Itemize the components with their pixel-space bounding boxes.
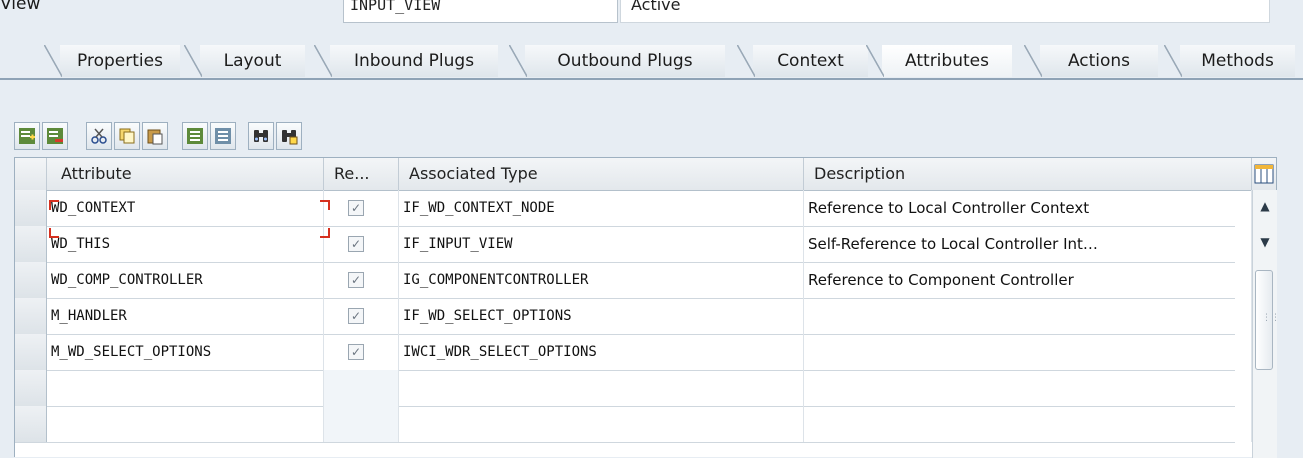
- description-cell[interactable]: [804, 406, 1252, 442]
- table-row[interactable]: WD_CONTEXT ✓ IF_WD_CONTEXT_NODE Referenc…: [15, 190, 1252, 227]
- attribute-cell[interactable]: WD_THIS: [47, 226, 324, 262]
- ref-to-checkbox[interactable]: ✓: [348, 272, 364, 288]
- view-name-field[interactable]: INPUT_VIEW: [343, 0, 618, 23]
- ref-to-cell[interactable]: [324, 370, 399, 406]
- grip-icon: ⋮⋮: [1262, 313, 1280, 323]
- vertical-scrollbar[interactable]: ▲ ▼ ⋮⋮: [1252, 190, 1280, 458]
- ref-to-cell: ✓: [324, 298, 399, 334]
- attribute-cell[interactable]: M_WD_SELECT_OPTIONS: [47, 334, 324, 370]
- description-cell[interactable]: [804, 370, 1252, 406]
- associated-type-cell[interactable]: IF_WD_CONTEXT_NODE: [399, 190, 804, 226]
- find-next-icon[interactable]: [276, 122, 302, 150]
- table-row[interactable]: M_WD_SELECT_OPTIONS ✓ IWCI_WDR_SELECT_OP…: [15, 334, 1252, 371]
- paste-icon[interactable]: [142, 122, 168, 150]
- scroll-down-icon[interactable]: ▼: [1255, 230, 1275, 254]
- table-toolbar: [0, 120, 500, 154]
- row-selector[interactable]: [15, 370, 47, 406]
- status-field: Active: [620, 0, 1270, 23]
- tab-context[interactable]: Context: [737, 45, 868, 77]
- tab-inbound-plugs[interactable]: Inbound Plugs: [314, 45, 498, 77]
- ref-to-cell: ✓: [324, 190, 399, 226]
- description-cell[interactable]: Reference to Component Controller: [804, 262, 1252, 298]
- row-selector[interactable]: [15, 406, 47, 442]
- table-row[interactable]: WD_COMP_CONTROLLER ✓ IG_COMPONENTCONTROL…: [15, 262, 1252, 299]
- table-row[interactable]: [15, 406, 1252, 443]
- row-selector[interactable]: [15, 262, 47, 298]
- ref-to-checkbox[interactable]: ✓: [348, 344, 364, 360]
- ref-to-cell: ✓: [324, 226, 399, 262]
- row-selector[interactable]: [15, 226, 47, 262]
- view-header-bar: View INPUT_VIEW Active: [0, 0, 1303, 30]
- tab-strip: Properties Layout Inbound Plugs Outbound…: [0, 40, 1303, 80]
- associated-type-cell[interactable]: [399, 370, 804, 406]
- associated-type-cell[interactable]: IF_WD_SELECT_OPTIONS: [399, 298, 804, 334]
- view-label: View: [0, 0, 41, 14]
- attribute-cell[interactable]: [47, 370, 324, 406]
- associated-type-cell[interactable]: IF_INPUT_VIEW: [399, 226, 804, 262]
- associated-type-cell[interactable]: IG_COMPONENTCONTROLLER: [399, 262, 804, 298]
- ref-to-checkbox[interactable]: ✓: [348, 200, 364, 216]
- description-cell[interactable]: [804, 334, 1252, 370]
- tab-properties[interactable]: Properties: [44, 45, 180, 77]
- table-row[interactable]: M_HANDLER ✓ IF_WD_SELECT_OPTIONS: [15, 298, 1252, 335]
- tab-layout[interactable]: Layout: [184, 45, 305, 77]
- description-cell[interactable]: Self-Reference to Local Controller Int…: [804, 226, 1252, 262]
- column-settings-icon[interactable]: [1252, 162, 1276, 186]
- find-icon[interactable]: [248, 122, 274, 150]
- tab-attributes[interactable]: Attributes: [866, 45, 1012, 77]
- details-alt-icon[interactable]: [210, 122, 236, 150]
- row-selector[interactable]: [15, 334, 47, 370]
- attribute-cell[interactable]: WD_COMP_CONTROLLER: [47, 262, 324, 298]
- row-selector[interactable]: [15, 190, 47, 226]
- attributes-table: Attribute Re... Associated Type Descript…: [14, 157, 1280, 458]
- ref-to-checkbox[interactable]: ✓: [348, 308, 364, 324]
- attribute-cell[interactable]: [47, 406, 324, 442]
- attribute-cell[interactable]: M_HANDLER: [47, 298, 324, 334]
- column-header-ref-to[interactable]: Re...: [324, 158, 399, 190]
- ref-to-cell: ✓: [324, 334, 399, 370]
- table-row[interactable]: WD_THIS ✓ IF_INPUT_VIEW Self-Reference t…: [15, 226, 1252, 263]
- ref-to-checkbox[interactable]: ✓: [348, 236, 364, 252]
- table-header: Attribute Re... Associated Type Descript…: [15, 158, 1276, 191]
- description-cell[interactable]: [804, 298, 1252, 334]
- description-cell[interactable]: Reference to Local Controller Context: [804, 190, 1252, 226]
- ref-to-cell[interactable]: [324, 406, 399, 442]
- attribute-cell[interactable]: WD_CONTEXT: [47, 190, 324, 226]
- scroll-up-icon[interactable]: ▲: [1255, 194, 1275, 218]
- associated-type-cell[interactable]: [399, 406, 804, 442]
- tab-actions[interactable]: Actions: [1024, 45, 1158, 77]
- ref-to-cell: ✓: [324, 262, 399, 298]
- delete-row-icon[interactable]: [42, 122, 68, 150]
- column-header-associated-type[interactable]: Associated Type: [399, 158, 804, 190]
- column-header-attribute[interactable]: Attribute: [47, 158, 324, 190]
- cut-icon[interactable]: [86, 122, 112, 150]
- tab-outbound-plugs[interactable]: Outbound Plugs: [509, 45, 725, 77]
- row-selector[interactable]: [15, 298, 47, 334]
- insert-row-icon[interactable]: [14, 122, 40, 150]
- table-row[interactable]: [15, 370, 1252, 407]
- column-header-description[interactable]: Description: [804, 158, 1252, 190]
- copy-icon[interactable]: [114, 122, 140, 150]
- scrollbar-thumb[interactable]: ⋮⋮: [1255, 270, 1280, 370]
- details-icon[interactable]: [182, 122, 208, 150]
- associated-type-cell[interactable]: IWCI_WDR_SELECT_OPTIONS: [399, 334, 804, 370]
- select-all-cell[interactable]: [15, 158, 47, 190]
- tab-methods[interactable]: Methods: [1164, 45, 1295, 77]
